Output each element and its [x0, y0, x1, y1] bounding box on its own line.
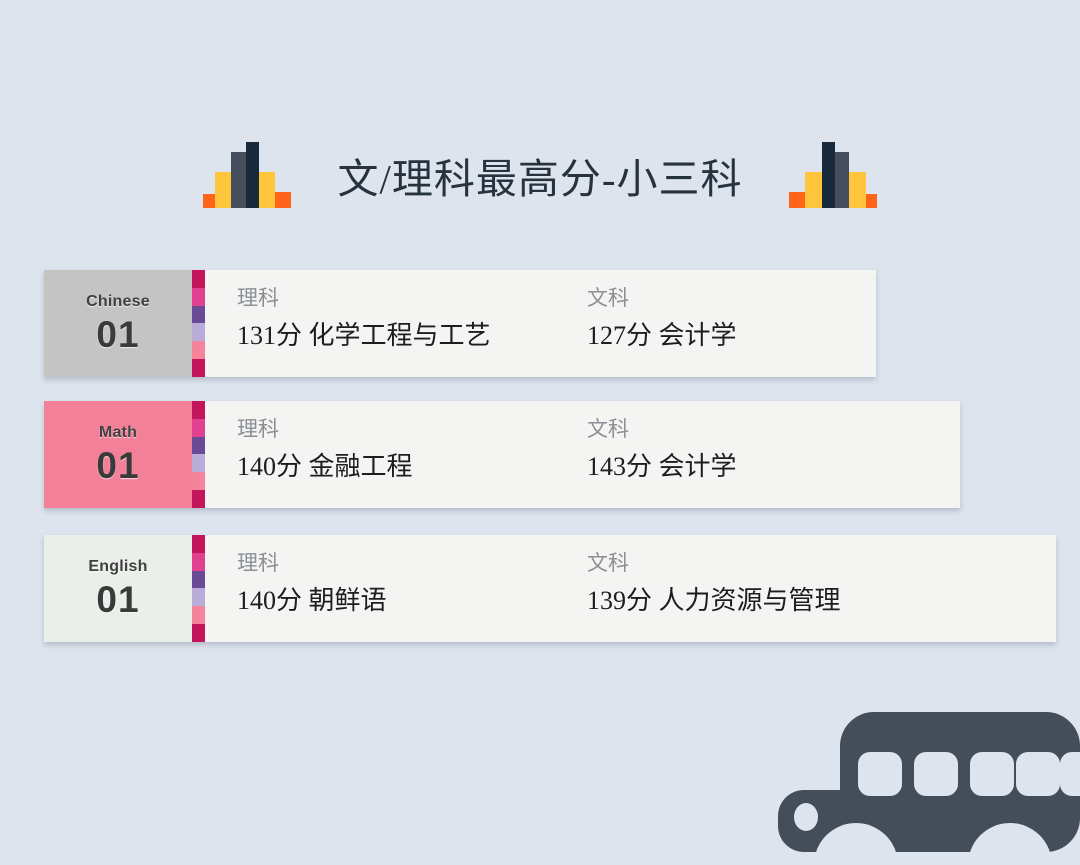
page-title: 文/理科最高分-小三科 [337, 156, 743, 202]
color-strip [192, 270, 205, 377]
bar-segment-navy-right [821, 142, 835, 208]
bar-segment-orange-left [203, 194, 215, 208]
arts-column: 文科 139分 人力资源与管理 [587, 551, 1056, 642]
bar-segment-orange2-left [275, 192, 292, 208]
bar-segment-orange2-right [788, 192, 805, 208]
bar-segment-yellow-right [848, 172, 866, 208]
strip-segment-6 [192, 359, 205, 377]
arts-label: 文科 [587, 286, 629, 310]
science-column: 理科 140分 金融工程 [237, 417, 587, 508]
arts-value: 139分 人力资源与管理 [587, 586, 841, 616]
slide-canvas: 文/理科最高分-小三科 Chinese 01 理科 131分 化学工程与工艺 文… [0, 0, 1080, 865]
strip-segment-4 [192, 323, 205, 342]
subject-card-english[interactable]: English 01 理科 140分 朝鲜语 文科 139分 人力资源与管理 [44, 535, 1056, 642]
school-bus-icon [778, 712, 1080, 865]
color-strip [192, 401, 205, 508]
science-value: 140分 金融工程 [237, 452, 413, 482]
science-label: 理科 [237, 286, 279, 310]
strip-segment-3 [192, 570, 205, 589]
badge-math: Math 01 [44, 401, 192, 508]
bus-headlight-icon [794, 803, 818, 831]
strip-segment-1 [192, 401, 205, 419]
color-strip [192, 535, 205, 642]
arts-column: 文科 143分 会计学 [587, 417, 960, 508]
strip-segment-3 [192, 436, 205, 455]
arts-value: 143分 会计学 [587, 452, 737, 482]
bar-segment-yellow-left [214, 172, 232, 208]
science-column: 理科 131分 化学工程与工艺 [237, 286, 587, 377]
arts-label: 文科 [587, 551, 629, 575]
science-column: 理科 140分 朝鲜语 [237, 551, 587, 642]
strip-segment-2 [192, 418, 205, 437]
arts-value: 127分 会计学 [587, 321, 737, 351]
badge-rank-number: 01 [96, 579, 140, 620]
strip-segment-1 [192, 535, 205, 553]
card-content: 理科 140分 朝鲜语 文科 139分 人力资源与管理 [205, 535, 1056, 642]
science-value: 140分 朝鲜语 [237, 586, 387, 616]
badge-subject-label: English [88, 558, 148, 575]
strip-segment-4 [192, 454, 205, 473]
bar-segment-slate-left [231, 152, 246, 208]
strip-segment-5 [192, 341, 205, 360]
strip-segment-5 [192, 472, 205, 491]
strip-segment-6 [192, 490, 205, 508]
title-row: 文/理科最高分-小三科 [0, 118, 1080, 208]
bar-segment-yellow2-left [258, 172, 276, 208]
science-value: 131分 化学工程与工艺 [237, 321, 491, 351]
card-content: 理科 140分 金融工程 文科 143分 会计学 [205, 401, 960, 508]
subject-card-math[interactable]: Math 01 理科 140分 金融工程 文科 143分 会计学 [44, 401, 960, 508]
strip-segment-6 [192, 624, 205, 642]
badge-rank-number: 01 [96, 445, 140, 486]
bar-chart-icon-left [203, 142, 292, 208]
arts-column: 文科 127分 会计学 [587, 286, 876, 377]
bar-segment-navy-left [245, 142, 259, 208]
badge-english: English 01 [44, 535, 192, 642]
bar-chart-icon-right [788, 142, 877, 208]
card-content: 理科 131分 化学工程与工艺 文科 127分 会计学 [205, 270, 876, 377]
subject-card-chinese[interactable]: Chinese 01 理科 131分 化学工程与工艺 文科 127分 会计学 [44, 270, 876, 377]
strip-segment-2 [192, 552, 205, 571]
strip-segment-4 [192, 588, 205, 607]
badge-chinese: Chinese 01 [44, 270, 192, 377]
bar-segment-slate-right [834, 152, 849, 208]
science-label: 理科 [237, 417, 279, 441]
badge-subject-label: Math [98, 424, 138, 441]
strip-segment-5 [192, 606, 205, 625]
badge-subject-label: Chinese [86, 293, 150, 310]
strip-segment-2 [192, 287, 205, 306]
science-label: 理科 [237, 551, 279, 575]
badge-rank-number: 01 [96, 314, 140, 355]
strip-segment-3 [192, 305, 205, 324]
arts-label: 文科 [587, 417, 629, 441]
bar-segment-yellow2-right [804, 172, 822, 208]
bar-segment-orange-right [865, 194, 877, 208]
strip-segment-1 [192, 270, 205, 288]
